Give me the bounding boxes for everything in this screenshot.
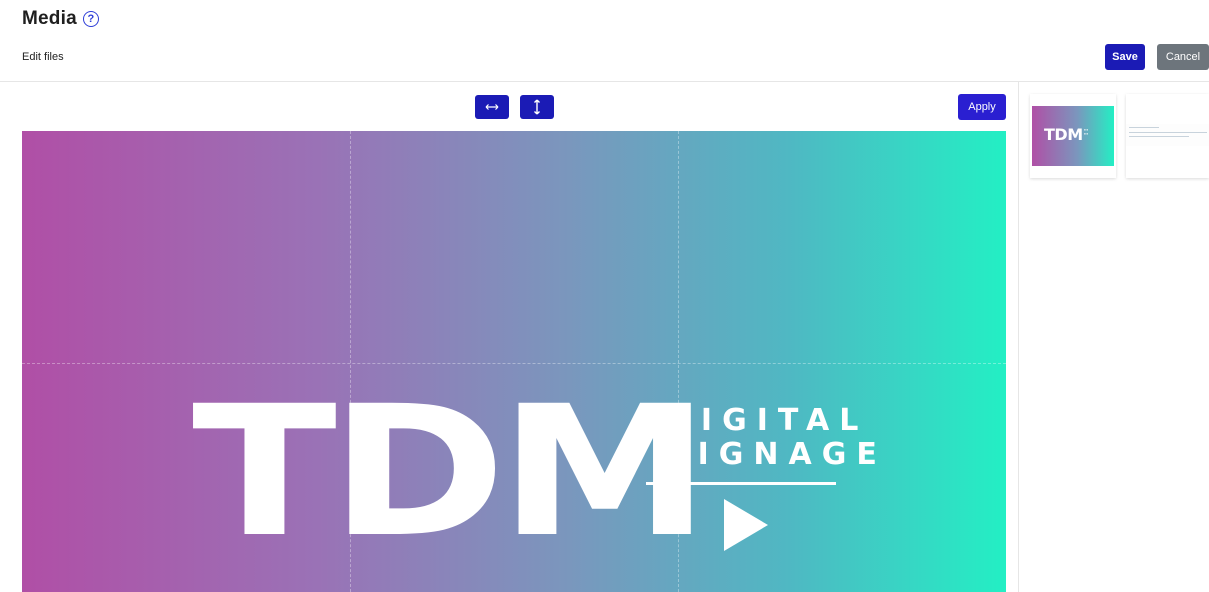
header-divider	[0, 81, 1209, 82]
crop-grid-line	[22, 363, 1006, 364]
image-editor-canvas[interactable]: TDM DIGITAL SIGNAGE	[22, 131, 1006, 592]
page-title: Media	[22, 8, 77, 29]
panel-divider	[1018, 82, 1019, 592]
page-subtitle: Edit files	[22, 51, 64, 63]
thumbnail-detail	[1129, 136, 1189, 137]
thumbnail-preview: TDM ▪▪▪ ▪▪▪	[1032, 106, 1114, 166]
play-icon	[724, 499, 768, 551]
flip-vertical-button[interactable]	[520, 95, 554, 119]
thumbnail-detail	[1129, 132, 1207, 133]
thumbnail-image-1[interactable]: TDM ▪▪▪ ▪▪▪	[1030, 94, 1116, 178]
help-icon[interactable]: ?	[82, 11, 99, 27]
thumbnail-logo-text: TDM	[1044, 125, 1083, 144]
apply-button[interactable]: Apply	[958, 94, 1006, 120]
flip-horizontal-button[interactable]	[475, 95, 509, 119]
horizontal-arrows-icon	[485, 104, 499, 110]
logo-digital-text: DIGITAL	[666, 403, 869, 438]
logo-tdm-text: TDM	[192, 368, 710, 577]
thumbnail-detail	[1129, 127, 1159, 128]
cancel-button[interactable]: Cancel	[1157, 44, 1209, 70]
thumbnail-logo-subtext: ▪▪▪ ▪▪▪	[1084, 127, 1089, 136]
logo-signage-text: SIGNAGE	[666, 437, 887, 472]
thumbnail-preview	[1126, 124, 1209, 146]
page-title-group: Media ?	[22, 8, 99, 30]
thumbnail-image-2[interactable]	[1126, 94, 1209, 178]
vertical-arrows-icon	[534, 99, 540, 115]
save-button[interactable]: Save	[1105, 44, 1145, 70]
logo-rule	[646, 482, 836, 485]
